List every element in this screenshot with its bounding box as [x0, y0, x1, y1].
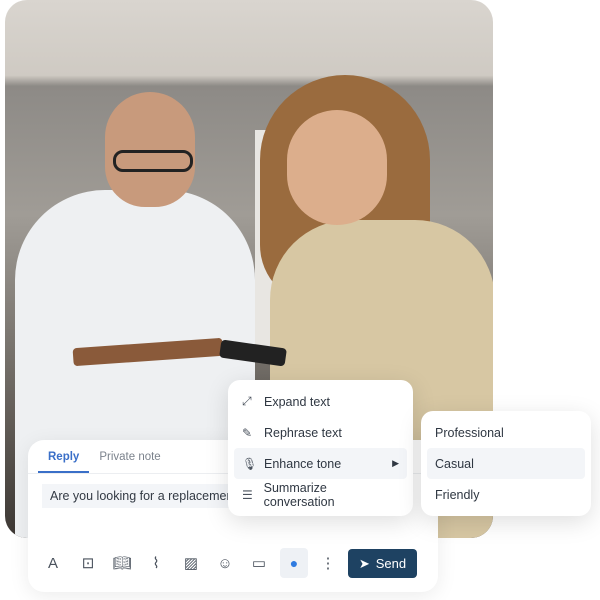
attachment-icon[interactable]: ⌇ [142, 548, 170, 578]
menu-label: Summarize conversation [263, 480, 335, 509]
more-icon[interactable]: ⋮ [314, 548, 342, 578]
send-label: Send [375, 556, 407, 571]
menu-label: Rephrase text [264, 425, 342, 440]
microphone-icon: 🎙︎ [242, 456, 258, 471]
tone-professional[interactable]: Professional [427, 417, 585, 448]
menu-item-expand-text[interactable]: ⤢ Expand text [234, 386, 407, 417]
menu-label: Expand text [264, 394, 331, 409]
text-format-icon[interactable]: A [39, 548, 67, 578]
chevron-right-icon: ▶ [392, 458, 399, 468]
menu-item-rephrase-text[interactable]: ✎ Rephrase text [234, 417, 407, 448]
knowledge-base-icon[interactable]: 📖︎ [108, 548, 136, 578]
message-input[interactable]: Are you looking for a replacement [42, 484, 232, 508]
tone-friendly[interactable]: Friendly [427, 479, 585, 510]
tab-private-note[interactable]: Private note [89, 440, 170, 473]
canned-response-icon[interactable]: ⊡ [74, 548, 102, 578]
send-button[interactable]: ➤ Send [348, 549, 417, 578]
emoji-icon[interactable]: ☺ [211, 548, 239, 578]
ai-assist-icon[interactable]: ● [280, 548, 308, 578]
send-icon: ➤ [358, 555, 370, 571]
woman-face [287, 110, 387, 225]
glasses [113, 150, 193, 172]
menu-label: Enhance tone [264, 456, 342, 471]
menu-item-summarize-conversation[interactable]: ☰ Summarize conversation [234, 479, 407, 510]
tab-reply[interactable]: Reply [38, 440, 90, 473]
expand-icon: ⤢ [242, 394, 252, 408]
menu-item-enhance-tone[interactable]: 🎙︎ Enhance tone ▶ [234, 448, 407, 479]
calendar-icon[interactable]: ▭ [245, 548, 273, 578]
list-icon: ☰ [242, 487, 253, 502]
ai-menu: ⤢ Expand text ✎ Rephrase text 🎙︎ Enhance to… [228, 380, 413, 516]
image-icon[interactable]: ▨ [177, 548, 205, 578]
tone-casual[interactable]: Casual [427, 448, 585, 479]
rephrase-icon: ✎ [242, 425, 253, 440]
tone-menu: Professional Casual Friendly [421, 411, 591, 516]
